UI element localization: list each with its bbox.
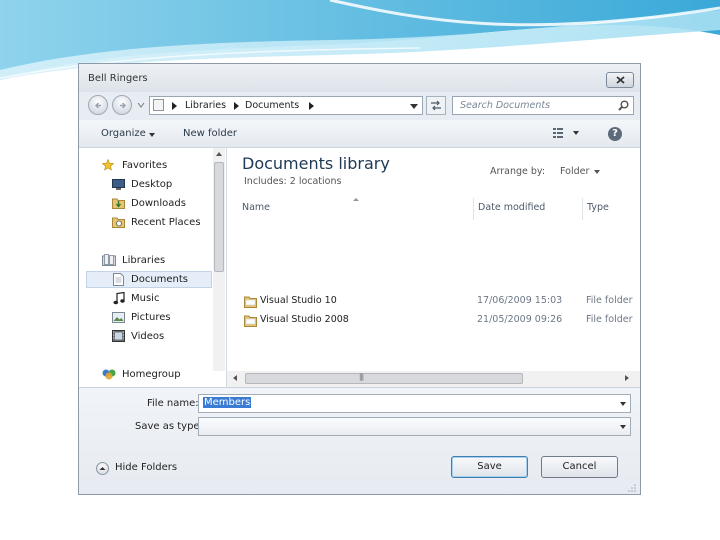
nav-item-recent-places[interactable]: Recent Places <box>131 217 201 228</box>
hide-folders-label: Hide Folders <box>115 462 178 473</box>
navigation-pane: Favorites Desktop Downloads Recent Place… <box>79 148 225 387</box>
cancel-button[interactable]: Cancel <box>541 456 618 478</box>
list-item[interactable]: Visual Studio 2008 21/05/2009 09:26 File… <box>227 311 640 330</box>
close-button[interactable] <box>606 72 634 88</box>
navigation-bar: Libraries Documents Search Documents <box>79 92 640 120</box>
change-view-icon[interactable] <box>553 128 583 138</box>
save-as-type-dropdown-icon[interactable] <box>620 425 626 429</box>
breadcrumb-separator-icon[interactable] <box>234 102 239 110</box>
forward-arrow-icon <box>120 102 127 109</box>
command-toolbar: Organize New folder ? <box>79 120 640 148</box>
file-list-pane: Documents library Includes: 2 locations … <box>227 148 640 371</box>
library-icon <box>153 99 164 111</box>
videos-icon <box>112 330 125 342</box>
column-separator[interactable] <box>582 198 583 220</box>
file-name: Visual Studio 10 <box>260 295 337 306</box>
horizontal-scrollbar-thumb[interactable] <box>245 373 523 384</box>
file-type: File folder <box>586 314 633 325</box>
file-name-value[interactable]: Members <box>203 397 252 408</box>
homegroup-icon <box>102 369 116 380</box>
sort-indicator-icon <box>353 198 359 201</box>
nav-item-downloads[interactable]: Downloads <box>131 198 186 209</box>
close-icon <box>616 76 625 84</box>
file-type: File folder <box>586 295 633 306</box>
column-header-type[interactable]: Type <box>587 202 609 213</box>
scrollbar-thumb[interactable] <box>214 162 224 272</box>
desktop-icon <box>112 179 125 190</box>
help-icon[interactable]: ? <box>608 127 622 141</box>
column-separator[interactable] <box>473 198 474 220</box>
breadcrumb-separator-icon[interactable] <box>309 102 314 110</box>
refresh-icon <box>431 100 441 111</box>
column-header-date-modified[interactable]: Date modified <box>478 202 545 213</box>
arrange-by-dropdown[interactable]: Folder <box>560 166 589 177</box>
arrange-by-label: Arrange by: <box>490 166 546 177</box>
title-bar: Bell Ringers <box>79 64 640 92</box>
save-as-type-select[interactable] <box>198 417 631 436</box>
nav-item-pictures[interactable]: Pictures <box>131 312 171 323</box>
search-placeholder: Search Documents <box>460 100 551 111</box>
nav-item-homegroup[interactable]: Homegroup <box>122 369 181 380</box>
save-as-type-label: Save as type: <box>135 421 203 432</box>
file-name-field[interactable]: Members <box>198 394 631 413</box>
dialog-title: Bell Ringers <box>88 73 148 84</box>
back-button[interactable] <box>88 95 108 115</box>
back-arrow-icon <box>94 102 101 109</box>
refresh-button[interactable] <box>426 96 446 115</box>
navigation-scrollbar[interactable] <box>213 148 225 371</box>
library-title: Documents library <box>242 154 390 173</box>
organize-dropdown-icon[interactable] <box>149 133 155 137</box>
music-icon <box>113 292 125 305</box>
column-header-name[interactable]: Name <box>242 202 270 213</box>
forward-button[interactable] <box>112 95 132 115</box>
breadcrumb-libraries[interactable]: Libraries <box>185 100 226 111</box>
breadcrumb-documents[interactable]: Documents <box>245 100 299 111</box>
address-bar[interactable]: Libraries Documents <box>149 96 423 115</box>
breadcrumb-separator-icon[interactable] <box>172 102 177 110</box>
nav-item-music[interactable]: Music <box>131 293 159 304</box>
address-dropdown-icon[interactable] <box>410 104 418 109</box>
file-date-modified: 21/05/2009 09:26 <box>477 314 563 325</box>
library-includes-link[interactable]: Includes: 2 locations <box>244 176 341 187</box>
nav-item-libraries[interactable]: Libraries <box>122 255 165 266</box>
file-name: Visual Studio 2008 <box>260 314 349 325</box>
file-name-label: File name: <box>147 398 199 409</box>
horizontal-scrollbar[interactable]: ||| <box>227 371 640 387</box>
recent-locations-dropdown-icon[interactable] <box>137 102 145 108</box>
recent-places-icon <box>112 217 125 228</box>
folder-icon <box>244 296 257 308</box>
list-item[interactable]: Visual Studio 10 17/06/2009 15:03 File f… <box>227 292 640 311</box>
organize-menu[interactable]: Organize <box>101 128 146 139</box>
save-options-panel: File name: Members Save as type: Hide Fo… <box>79 387 640 494</box>
nav-item-videos[interactable]: Videos <box>131 331 164 342</box>
new-folder-button[interactable]: New folder <box>183 128 237 139</box>
scroll-left-icon[interactable] <box>233 375 237 381</box>
pictures-icon <box>112 312 125 323</box>
save-button[interactable]: Save <box>451 456 528 478</box>
resize-grip-icon[interactable] <box>627 483 637 493</box>
scroll-right-icon[interactable] <box>625 375 629 381</box>
folder-icon <box>244 315 257 327</box>
collapse-icon <box>96 462 109 475</box>
libraries-icon <box>102 254 116 266</box>
save-dialog: Bell Ringers Libraries Documents Search … <box>78 63 641 495</box>
search-icon[interactable] <box>618 100 629 111</box>
nav-item-favorites[interactable]: Favorites <box>122 160 167 171</box>
documents-icon <box>113 273 124 286</box>
file-name-dropdown-icon[interactable] <box>620 402 626 406</box>
favorites-star-icon <box>102 159 114 171</box>
nav-item-documents[interactable]: Documents <box>131 274 188 285</box>
downloads-icon <box>112 198 125 209</box>
scroll-grip-icon: ||| <box>359 373 364 381</box>
nav-item-desktop[interactable]: Desktop <box>131 179 172 190</box>
search-input[interactable]: Search Documents <box>452 96 634 115</box>
arrange-by-dropdown-icon[interactable] <box>594 170 600 174</box>
file-date-modified: 17/06/2009 15:03 <box>477 295 563 306</box>
scroll-up-icon[interactable] <box>216 152 222 156</box>
